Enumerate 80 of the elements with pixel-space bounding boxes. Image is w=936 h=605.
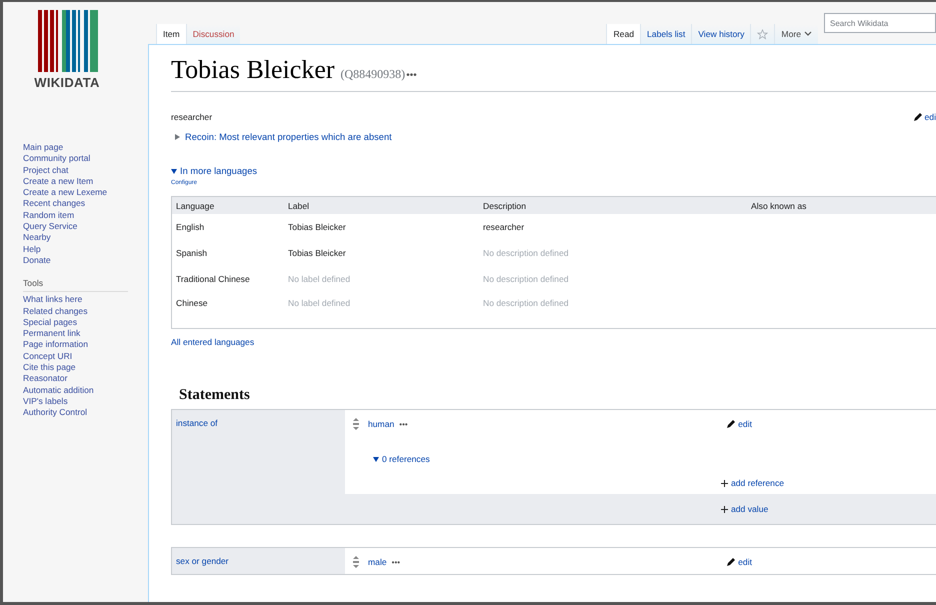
- language-cell: English: [172, 214, 284, 240]
- chevron-icon: [804, 31, 812, 37]
- nav-link[interactable]: Create a new Item: [23, 176, 148, 188]
- column-header: Language: [172, 196, 284, 214]
- view-tab[interactable]: Read: [606, 24, 640, 44]
- expand-icon: [175, 134, 180, 140]
- edit-link[interactable]: edit: [726, 557, 752, 567]
- property-link[interactable]: instance of: [176, 418, 218, 428]
- description-cell: researcher: [479, 214, 747, 240]
- nav-link[interactable]: Create a new Lexeme: [23, 187, 148, 198]
- column-header: Label: [284, 196, 479, 214]
- recoin-toggle[interactable]: Recoin: Most relevant properties which are absent: [175, 132, 936, 142]
- label-cell-text: Tobias Bleicker: [287, 247, 347, 260]
- add-reference-link[interactable]: add reference: [721, 478, 784, 488]
- search-field[interactable]: Search Wikidata: [824, 13, 936, 33]
- view-tab[interactable]: Labels list: [640, 24, 692, 44]
- nav-link[interactable]: Community portal: [23, 153, 148, 165]
- nav-link[interactable]: Main page: [23, 142, 148, 154]
- view-tab[interactable]: View history: [691, 24, 750, 44]
- tool-link[interactable]: Related changes: [23, 306, 148, 317]
- star-icon[interactable]: [757, 28, 768, 40]
- label-cell: No label defined: [284, 292, 479, 328]
- references-toggle[interactable]: 0 references: [373, 454, 936, 464]
- namespace-tab[interactable]: Discussion: [186, 24, 240, 44]
- more-dots[interactable]: •••: [392, 558, 400, 566]
- tool-link[interactable]: Authority Control: [23, 407, 148, 419]
- collapse-icon: [171, 168, 177, 174]
- plus-icon: [721, 506, 728, 512]
- nav-link[interactable]: Donate: [23, 254, 148, 266]
- language-cell: Chinese: [172, 292, 284, 328]
- barcode-logo-icon[interactable]: [36, 10, 98, 72]
- edit-link[interactable]: edi: [912, 112, 936, 122]
- more-dots[interactable]: •••: [399, 420, 408, 428]
- label-cell-text: No label defined: [287, 273, 352, 286]
- pencil-icon: [726, 419, 736, 429]
- edit-link[interactable]: edit: [726, 419, 752, 429]
- wordmark[interactable]: WIKIDATA: [34, 75, 100, 90]
- nav-link[interactable]: Nearby: [23, 232, 148, 244]
- collapse-icon: [373, 456, 379, 462]
- language-cell: Spanish: [172, 240, 284, 266]
- property-link[interactable]: sex or gender: [176, 556, 229, 566]
- item-id: (Q88490938): [340, 67, 406, 82]
- more-menu[interactable]: More: [774, 24, 818, 44]
- column-header: Description: [479, 196, 747, 214]
- tool-link[interactable]: Automatic addition: [23, 384, 148, 396]
- tool-link[interactable]: Cite this page: [23, 362, 148, 374]
- description-cell-text: No description defined: [482, 273, 570, 286]
- pencil-icon: [726, 557, 736, 567]
- tool-link[interactable]: Concept URI: [23, 350, 148, 362]
- rank-icon[interactable]: [353, 556, 359, 568]
- language-cell: Traditional Chinese: [172, 266, 284, 292]
- description-cell-text: No description defined: [482, 247, 570, 260]
- tool-link[interactable]: VIP's labels: [23, 396, 148, 408]
- more-dots[interactable]: •••: [406, 70, 417, 81]
- item-description: researcher: [171, 112, 212, 122]
- column-header: Also known as: [747, 196, 936, 214]
- item-title: Tobias Bleicker: [171, 55, 335, 85]
- tool-link[interactable]: Page information: [23, 339, 148, 351]
- tool-link[interactable]: Reasonator: [23, 373, 148, 385]
- plus-icon: [721, 480, 728, 486]
- all-languages-link[interactable]: All entered languages: [171, 337, 936, 347]
- label-cell: Tobias Bleicker: [284, 214, 479, 240]
- statements-heading: Statements: [179, 387, 251, 404]
- value-link[interactable]: human: [368, 419, 394, 429]
- namespace-tab[interactable]: Item: [156, 24, 186, 44]
- nav-link[interactable]: Project chat: [23, 164, 148, 176]
- nav-link[interactable]: Help: [23, 244, 148, 255]
- languages-toggle[interactable]: In more languages: [171, 166, 936, 176]
- tools-heading: Tools: [23, 278, 128, 292]
- nav-link[interactable]: Random item: [23, 210, 148, 222]
- nav-link[interactable]: Query Service: [23, 221, 148, 232]
- add-value-link[interactable]: add value: [721, 504, 768, 514]
- nav-link[interactable]: Recent changes: [23, 198, 148, 210]
- rank-icon[interactable]: [353, 418, 359, 430]
- tool-link[interactable]: Special pages: [23, 316, 148, 328]
- value-link[interactable]: male: [368, 557, 387, 567]
- pencil-icon: [912, 112, 923, 122]
- tool-link[interactable]: What links here: [23, 294, 148, 306]
- tool-link[interactable]: Permanent link: [23, 328, 148, 340]
- description-cell: No description defined: [479, 292, 747, 328]
